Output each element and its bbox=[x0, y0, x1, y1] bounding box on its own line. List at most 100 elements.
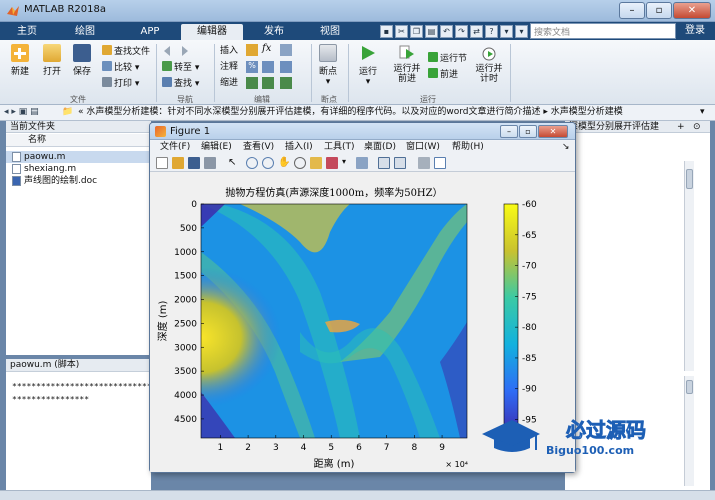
insert-button[interactable]: 插入 bbox=[220, 45, 238, 58]
fx-button[interactable]: fx bbox=[262, 43, 271, 54]
y-tick-label: 1000 bbox=[174, 248, 197, 258]
file-row[interactable]: shexiang.m bbox=[6, 163, 151, 175]
editor-content[interactable]: **************************** ************… bbox=[6, 372, 151, 490]
figure-maximize-button[interactable]: ▫ bbox=[519, 125, 537, 138]
column-header-name[interactable]: 名称 bbox=[6, 134, 151, 147]
path-dropdown-icon[interactable]: ▾ bbox=[700, 105, 705, 120]
quick-save-icon[interactable]: ▪ bbox=[380, 25, 393, 38]
colorbar[interactable] bbox=[503, 203, 519, 439]
open-button[interactable]: 打开 bbox=[40, 44, 64, 77]
insert-colorbar-icon[interactable] bbox=[378, 157, 390, 169]
save-figure-icon[interactable] bbox=[188, 157, 200, 169]
tab-plots[interactable]: 绘图 bbox=[64, 24, 106, 40]
quick-help-icon[interactable]: ? bbox=[485, 25, 498, 38]
x-tick-label: 5 bbox=[328, 443, 334, 453]
menu-tools[interactable]: 工具(T) bbox=[324, 141, 355, 154]
uncomment-icon[interactable] bbox=[262, 61, 274, 73]
tab-editor[interactable]: 编辑器 bbox=[181, 24, 243, 40]
brush-icon[interactable] bbox=[326, 157, 338, 169]
insert-function-icon[interactable] bbox=[280, 44, 292, 56]
file-row[interactable]: paowu.m bbox=[6, 151, 151, 163]
breakpoints-button[interactable]: 断点 ▾ bbox=[316, 44, 340, 87]
insert-section-icon[interactable] bbox=[246, 44, 258, 56]
close-button[interactable]: ✕ bbox=[673, 2, 711, 19]
tab-apps[interactable]: APP bbox=[124, 24, 176, 40]
decrease-indent-icon[interactable] bbox=[280, 77, 292, 89]
pointer-icon[interactable]: ↖ bbox=[228, 157, 240, 169]
rotate-icon[interactable] bbox=[294, 157, 306, 169]
new-figure-icon[interactable] bbox=[156, 157, 168, 169]
minimize-button[interactable]: – bbox=[619, 2, 645, 19]
data-cursor-icon[interactable] bbox=[310, 157, 322, 169]
menu-insert[interactable]: 插入(I) bbox=[285, 141, 313, 154]
figure-minimize-button[interactable]: – bbox=[500, 125, 518, 138]
menu-help[interactable]: 帮助(H) bbox=[452, 141, 484, 154]
zoom-in-icon[interactable] bbox=[246, 157, 258, 169]
advance-button[interactable]: 前进 bbox=[428, 68, 458, 81]
print-button[interactable]: 打印 ▾ bbox=[102, 77, 139, 90]
run-advance-button[interactable]: 运行并 前进 bbox=[392, 44, 422, 84]
link-plot-icon[interactable] bbox=[356, 157, 368, 169]
quick-undo-icon[interactable]: ↶ bbox=[440, 25, 453, 38]
goto-button[interactable]: 转至 ▾ bbox=[162, 61, 199, 74]
nav-arrows-icon[interactable]: ◂ ▸ ▣ ▤ bbox=[4, 105, 39, 120]
compare-button[interactable]: 比较 ▾ bbox=[102, 61, 139, 74]
quick-redo-icon[interactable]: ↷ bbox=[455, 25, 468, 38]
open-file-icon[interactable] bbox=[172, 157, 184, 169]
file-row[interactable]: 声线图的绘制.doc bbox=[6, 175, 151, 187]
run-button[interactable]: 运行 ▾ bbox=[356, 44, 380, 87]
menu-edit[interactable]: 编辑(E) bbox=[201, 141, 232, 154]
smart-indent-icon[interactable] bbox=[246, 77, 258, 89]
comment-button[interactable]: 注释 bbox=[220, 61, 238, 74]
quick-more-icon[interactable]: ▾ bbox=[500, 25, 513, 38]
tab-view[interactable]: 视图 bbox=[306, 24, 354, 40]
insert-legend-icon[interactable] bbox=[394, 157, 406, 169]
tab-home[interactable]: 主页 bbox=[6, 24, 48, 40]
tab-publish[interactable]: 发布 bbox=[250, 24, 298, 40]
quick-cut-icon[interactable]: ✂ bbox=[395, 25, 408, 38]
current-folder-header: 当前文件夹 bbox=[6, 121, 151, 133]
run-advance-icon bbox=[398, 44, 416, 62]
quick-dock-icon[interactable]: ▾ bbox=[515, 25, 528, 38]
increase-indent-icon[interactable] bbox=[262, 77, 274, 89]
scrollbar-thumb[interactable] bbox=[686, 169, 693, 189]
scrollbar-thumb[interactable] bbox=[686, 380, 693, 394]
maximize-button[interactable]: ▫ bbox=[646, 2, 672, 19]
save-button[interactable]: 保存 bbox=[70, 44, 94, 77]
folder-open-icon bbox=[43, 44, 61, 62]
hide-plot-tools-icon[interactable] bbox=[418, 157, 430, 169]
editor-scrollbar[interactable] bbox=[684, 161, 694, 371]
quick-paste-icon[interactable]: ▤ bbox=[425, 25, 438, 38]
brush-dropdown-icon[interactable]: ▾ bbox=[342, 157, 354, 169]
address-bar[interactable]: ◂ ▸ ▣ ▤ 📁 « 水声模型分析建模：针对不同水深模型分别展开评估建模，有详… bbox=[0, 105, 715, 121]
show-plot-tools-icon[interactable] bbox=[434, 157, 446, 169]
nav-back-forward[interactable] bbox=[162, 45, 190, 57]
quick-switch-icon[interactable]: ⇄ bbox=[470, 25, 483, 38]
panel-options-icon[interactable]: ⊙ bbox=[693, 122, 701, 132]
run-section-button[interactable]: 运行节 bbox=[428, 52, 467, 65]
pan-hand-icon[interactable]: ✋ bbox=[278, 157, 290, 169]
print-figure-icon[interactable] bbox=[204, 157, 216, 169]
indent-button[interactable]: 缩进 bbox=[220, 77, 238, 90]
find-button[interactable]: 查找 ▾ bbox=[162, 77, 199, 90]
search-input[interactable]: 搜索文档 bbox=[530, 23, 676, 39]
login-button[interactable]: 登录 bbox=[680, 23, 710, 39]
run-and-time-button[interactable]: 运行并 计时 bbox=[474, 44, 504, 84]
figure-title-bar[interactable]: Figure 1 – ▫ ✕ bbox=[150, 123, 575, 140]
quick-copy-icon[interactable]: ❐ bbox=[410, 25, 423, 38]
menu-desktop[interactable]: 桌面(D) bbox=[364, 141, 396, 154]
stopwatch-icon bbox=[480, 44, 498, 62]
menu-window[interactable]: 窗口(W) bbox=[406, 141, 440, 154]
menu-dock-icon[interactable]: ↘ bbox=[562, 141, 570, 154]
figure-close-button[interactable]: ✕ bbox=[538, 125, 568, 138]
panel-add-icon[interactable]: + bbox=[677, 122, 685, 132]
menu-file[interactable]: 文件(F) bbox=[160, 141, 190, 154]
menu-view[interactable]: 查看(V) bbox=[243, 141, 274, 154]
current-path[interactable]: « 水声模型分析建模：针对不同水深模型分别展开评估建模，有详细的程序代码。以及对… bbox=[78, 105, 623, 120]
comment-percent-icon[interactable]: % bbox=[246, 61, 258, 73]
x-axis-label: 距离 (m) bbox=[314, 457, 355, 470]
wrap-comment-icon[interactable] bbox=[280, 61, 292, 73]
new-button[interactable]: 新建 bbox=[8, 44, 32, 77]
find-files-button[interactable]: 查找文件 bbox=[102, 45, 150, 58]
zoom-out-icon[interactable] bbox=[262, 157, 274, 169]
